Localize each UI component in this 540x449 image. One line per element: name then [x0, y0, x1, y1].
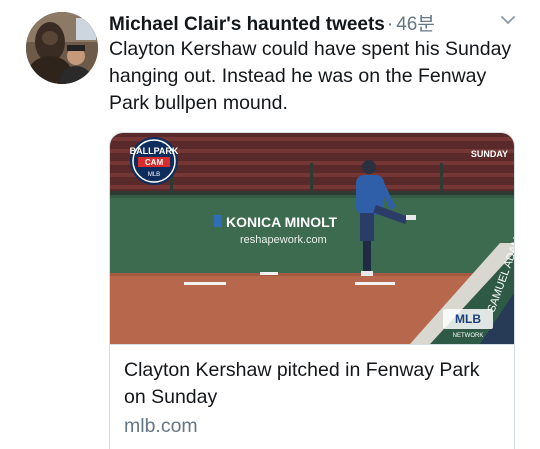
card-image[interactable]: KONICA MINOLT reshapework.com SAMUEL ADA… [110, 133, 514, 344]
ballpark-cam-mid: CAM [145, 158, 164, 167]
avatar-photo [26, 12, 98, 84]
header-separator: · [386, 14, 394, 35]
link-card[interactable]: KONICA MINOLT reshapework.com SAMUEL ADA… [109, 132, 515, 449]
tweet-text: Clayton Kershaw could have spent his Sun… [109, 38, 512, 114]
card-body[interactable]: Clayton Kershaw pitched in Fenway Park o… [110, 344, 514, 437]
card-title[interactable]: Clayton Kershaw pitched in Fenway Park o… [124, 357, 504, 411]
chevron-down-icon[interactable] [498, 10, 518, 30]
tweet[interactable]: Michael Clair's haunted tweets · 46분 Cla… [0, 0, 540, 449]
sign-url: reshapework.com [240, 234, 327, 246]
author-name[interactable]: Michael Clair's haunted tweets [109, 14, 385, 36]
ballpark-cam-top: BALLPARK [130, 146, 179, 156]
ballpark-cam-bottom: MLB [148, 172, 160, 178]
day-label: SUNDAY [471, 149, 508, 159]
network-logo-text: MLB [455, 312, 481, 326]
timestamp[interactable]: 46분 [396, 9, 435, 36]
card-domain: mlb.com [124, 415, 198, 437]
network-sub-text: NETWORK [453, 333, 484, 339]
avatar[interactable] [26, 12, 98, 84]
tweet-header: Michael Clair's haunted tweets · 46분 [109, 9, 520, 35]
sign-brand: KONICA MINOLT [226, 214, 338, 230]
